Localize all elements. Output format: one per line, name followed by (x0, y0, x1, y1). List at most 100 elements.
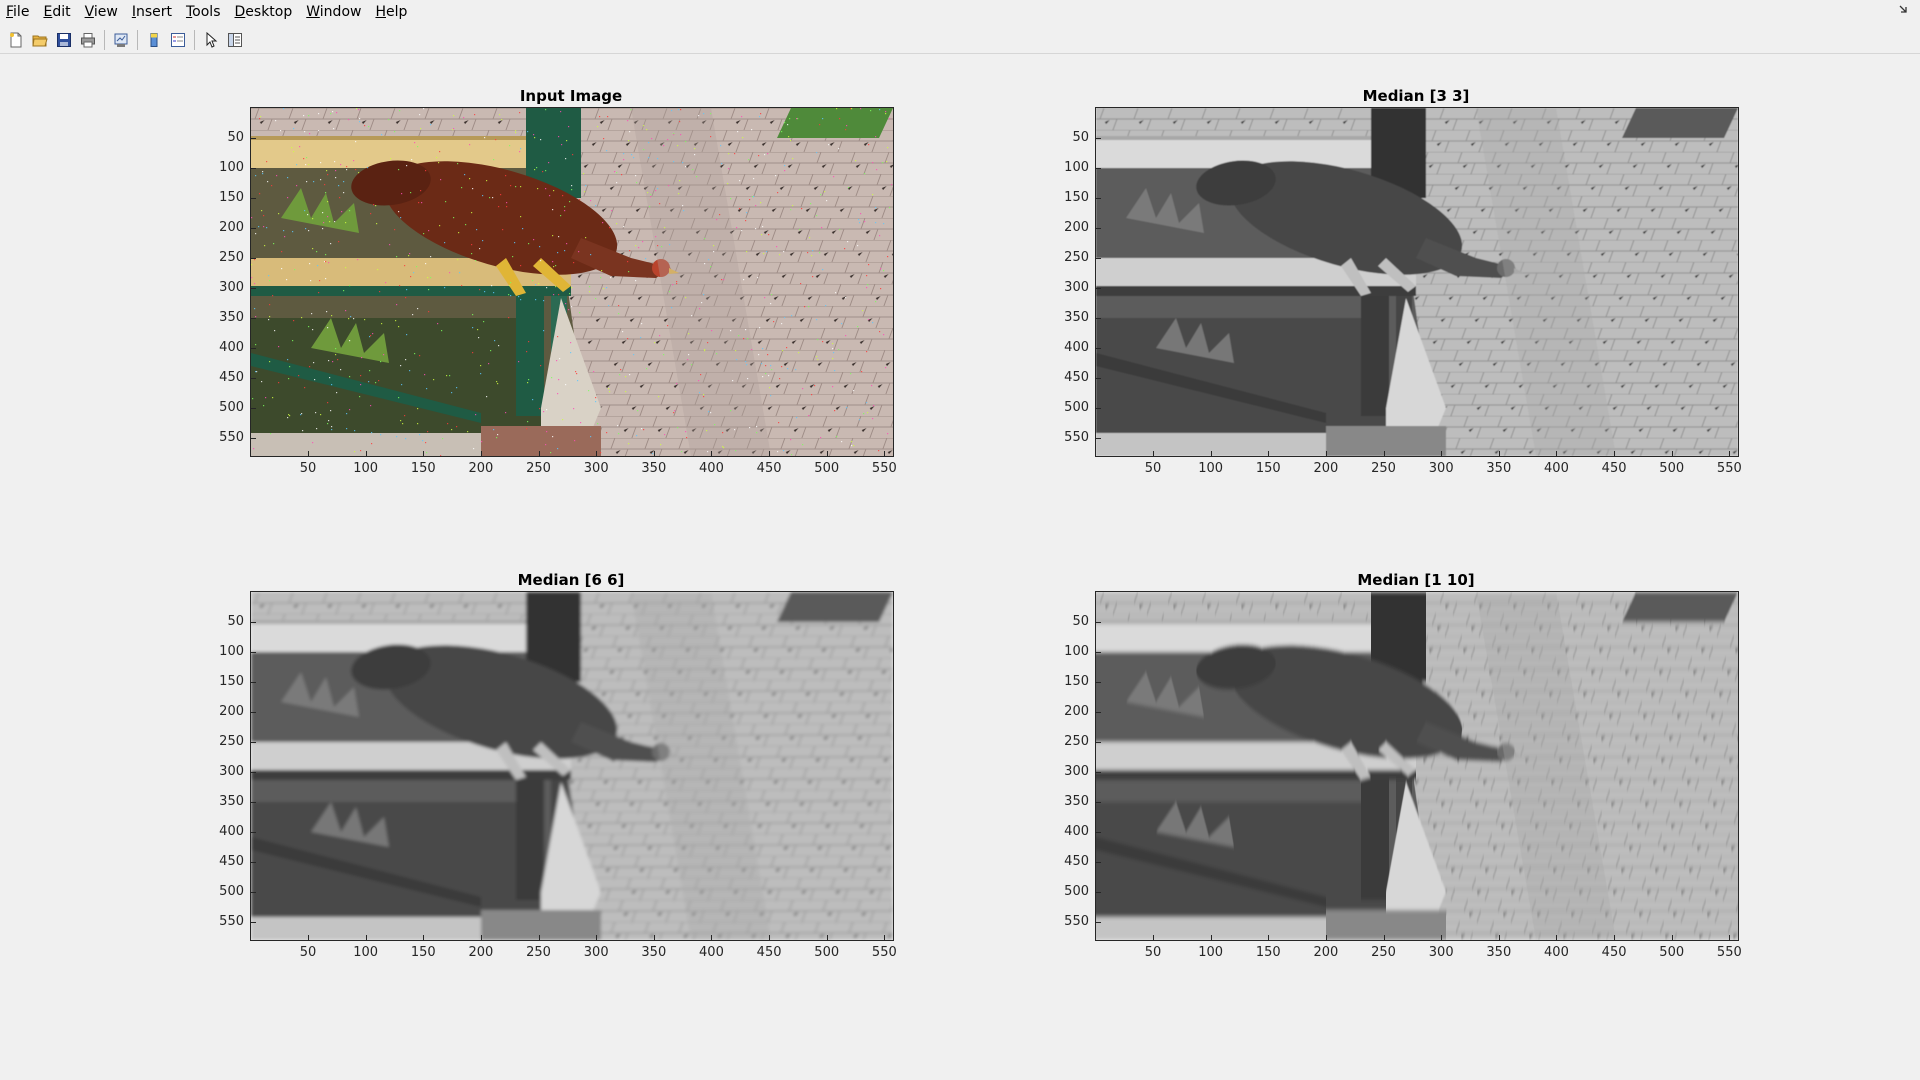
x-tick-mark (1268, 451, 1270, 456)
property-inspector-icon[interactable] (223, 29, 247, 51)
axes-title: Input Image (519, 87, 623, 105)
y-tick-label: 200 (1064, 219, 1089, 235)
x-tick-mark (365, 935, 367, 940)
menu-view[interactable]: View (78, 0, 125, 24)
axes-median-1x10[interactable]: Median [1 10] 50 100 150 200 250 300 350… (1045, 571, 1745, 961)
y-tick-label: 450 (1064, 369, 1089, 385)
y-tick-label: 550 (1064, 429, 1089, 445)
image-plot-area[interactable] (250, 591, 894, 941)
x-tick-mark (423, 451, 425, 456)
x-tick-mark (1383, 451, 1385, 456)
x-tick-label: 300 (583, 945, 609, 960)
image-plot-area[interactable] (1095, 591, 1739, 941)
y-tick-mark (1096, 377, 1101, 379)
y-tick-mark (1096, 921, 1101, 923)
axes-median-3x3[interactable]: Median [3 3] 50 100 150 200 250 300 350 … (1045, 87, 1745, 477)
image-plot-area[interactable] (250, 107, 894, 457)
x-tick-mark (826, 451, 828, 456)
save-icon[interactable] (52, 29, 76, 51)
menu-file[interactable]: File (0, 0, 36, 24)
edit-plot-icon[interactable] (199, 29, 223, 51)
y-tick-label: 500 (1064, 883, 1089, 899)
menu-help[interactable]: Help (368, 0, 414, 24)
x-tick-mark (596, 451, 598, 456)
toolbar-separator (104, 29, 105, 50)
x-tick-mark (1614, 935, 1616, 940)
y-tick-label: 100 (219, 643, 244, 659)
y-tick-label: 100 (219, 159, 244, 175)
menu-insert[interactable]: Insert (125, 0, 179, 24)
y-tick-mark (1096, 681, 1101, 683)
x-tick-mark (480, 935, 482, 940)
x-tick-label: 450 (756, 945, 782, 960)
y-tick-mark (1096, 287, 1101, 289)
y-tick-mark (251, 741, 256, 743)
x-tick-label: 450 (1601, 945, 1627, 960)
x-tick-mark (1325, 935, 1327, 940)
image-display (1096, 592, 1738, 940)
x-tick-label: 500 (1659, 461, 1685, 476)
y-tick-mark (1096, 831, 1101, 833)
new-figure-icon[interactable] (4, 29, 28, 51)
y-tick-mark (1096, 741, 1101, 743)
x-tick-label: 500 (814, 945, 840, 960)
y-tick-mark (251, 407, 256, 409)
y-tick-mark (1096, 711, 1101, 713)
legend-icon[interactable] (166, 29, 190, 51)
y-tick-label: 50 (227, 613, 244, 629)
y-tick-label: 450 (219, 853, 244, 869)
x-tick-label: 200 (1313, 461, 1339, 476)
menu-desktop[interactable]: Desktop (228, 0, 300, 24)
axes-median-6x6[interactable]: Median [6 6] 50 100 150 200 250 300 350 … (200, 571, 900, 961)
x-tick-label: 400 (1544, 945, 1569, 960)
figure-toolbar (0, 26, 1920, 54)
x-tick-mark (308, 451, 310, 456)
y-tick-label: 400 (1064, 339, 1089, 355)
y-tick-mark (1096, 407, 1101, 409)
y-tick-mark (251, 287, 256, 289)
y-tick-label: 150 (219, 673, 244, 689)
y-tick-mark (251, 711, 256, 713)
x-tick-label: 250 (1371, 461, 1396, 476)
figure-canvas: Input Image 50 100 150 200 250 300 350 4… (0, 55, 1920, 1080)
y-tick-label: 500 (219, 883, 244, 899)
y-tick-mark (251, 891, 256, 893)
y-tick-label: 300 (1064, 279, 1089, 295)
x-tick-mark (1671, 935, 1673, 940)
x-tick-mark (711, 451, 713, 456)
x-tick-mark (711, 935, 713, 940)
x-tick-mark (826, 935, 828, 940)
y-tick-label: 200 (1064, 703, 1089, 719)
colorbar-icon[interactable] (142, 29, 166, 51)
y-tick-label: 500 (1064, 399, 1089, 415)
open-file-icon[interactable] (28, 29, 52, 51)
y-tick-mark (251, 437, 256, 439)
x-tick-mark (1153, 935, 1155, 940)
y-tick-mark (1096, 257, 1101, 259)
menu-edit[interactable]: Edit (36, 0, 77, 24)
y-tick-label: 200 (219, 703, 244, 719)
x-tick-mark (1729, 935, 1731, 940)
y-tick-label: 400 (219, 823, 244, 839)
x-tick-label: 350 (641, 945, 667, 960)
y-tick-mark (251, 167, 256, 169)
x-tick-label: 50 (1144, 461, 1162, 476)
y-tick-label: 350 (219, 793, 244, 809)
link-plot-icon[interactable] (109, 29, 133, 51)
dock-arrow-icon[interactable] (1898, 4, 1908, 17)
image-plot-area[interactable] (1095, 107, 1739, 457)
y-tick-mark (1096, 137, 1101, 139)
y-tick-label: 150 (1064, 189, 1089, 205)
x-tick-mark (1671, 451, 1673, 456)
x-tick-label: 350 (1486, 945, 1512, 960)
y-tick-mark (251, 681, 256, 683)
print-icon[interactable] (76, 29, 100, 51)
x-tick-label: 200 (468, 945, 494, 960)
menu-window[interactable]: Window (299, 0, 368, 24)
x-tick-label: 300 (583, 461, 609, 476)
x-tick-mark (1325, 451, 1327, 456)
axes-input-image[interactable]: Input Image 50 100 150 200 250 300 350 4… (200, 87, 900, 477)
menu-tools[interactable]: Tools (179, 0, 228, 24)
y-tick-label: 400 (1064, 823, 1089, 839)
y-tick-mark (251, 137, 256, 139)
